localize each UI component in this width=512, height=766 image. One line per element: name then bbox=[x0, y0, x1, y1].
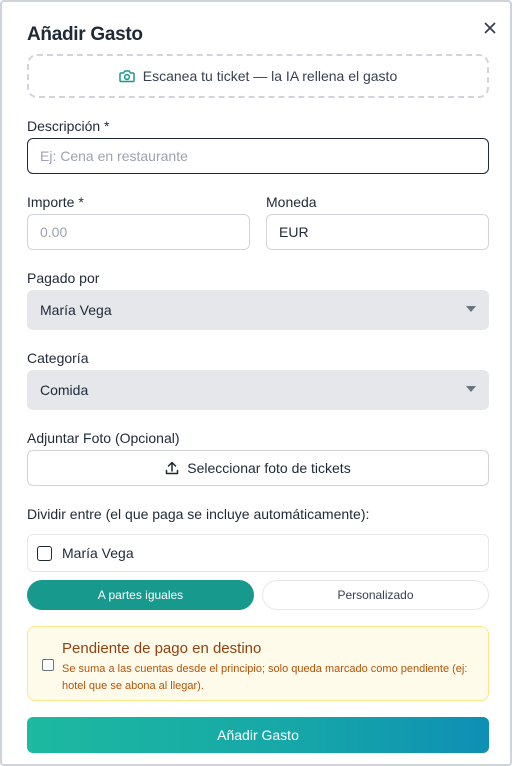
paid-by-label: Pagado por bbox=[27, 270, 100, 286]
description-label: Descripción * bbox=[27, 118, 110, 134]
split-equal-button[interactable]: A partes iguales bbox=[27, 580, 254, 610]
paid-by-value: María Vega bbox=[40, 302, 112, 318]
pending-payment-description: Se suma a las cuentas desde el principio… bbox=[62, 663, 468, 692]
category-select[interactable]: Comida bbox=[27, 370, 489, 410]
x-icon bbox=[484, 22, 496, 34]
category-value: Comida bbox=[40, 382, 89, 398]
select-photo-button[interactable]: Seleccionar foto de tickets bbox=[27, 450, 489, 486]
pending-payment-checkbox[interactable] bbox=[42, 659, 54, 671]
add-expense-modal: Añadir Gasto Escanea tu ticket — la IA r… bbox=[0, 0, 512, 766]
amount-input[interactable] bbox=[27, 214, 250, 250]
modal-title: Añadir Gasto bbox=[27, 24, 143, 45]
currency-input[interactable] bbox=[266, 214, 489, 250]
participant-checkbox[interactable] bbox=[37, 545, 52, 561]
select-photo-label: Seleccionar foto de tickets bbox=[187, 460, 351, 476]
scan-ticket-label: Escanea tu ticket — la IA rellena el gas… bbox=[142, 68, 398, 84]
participant-name: María Vega bbox=[62, 545, 134, 561]
scan-ticket-button[interactable]: Escanea tu ticket — la IA rellena el gas… bbox=[27, 54, 489, 98]
description-input[interactable] bbox=[27, 138, 489, 174]
split-custom-button[interactable]: Personalizado bbox=[262, 580, 489, 610]
category-label: Categoría bbox=[27, 350, 89, 366]
participant-item[interactable]: María Vega bbox=[27, 534, 489, 572]
split-label: Dividir entre (el que paga se incluye au… bbox=[27, 506, 370, 522]
camera-icon bbox=[119, 70, 135, 83]
add-expense-submit-button[interactable]: Añadir Gasto bbox=[27, 717, 489, 753]
pending-payment-title: Pendiente de pago en destino bbox=[62, 640, 262, 657]
upload-icon bbox=[166, 461, 179, 475]
close-button[interactable] bbox=[480, 18, 500, 38]
amount-label: Importe * bbox=[27, 194, 84, 210]
paid-by-select[interactable]: María Vega bbox=[27, 290, 489, 330]
chevron-down-icon bbox=[466, 386, 476, 392]
currency-label: Moneda bbox=[266, 194, 317, 210]
chevron-down-icon bbox=[466, 306, 476, 312]
photo-label: Adjuntar Foto (Opcional) bbox=[27, 430, 180, 446]
pending-payment-box: Pendiente de pago en destino Se suma a l… bbox=[27, 626, 489, 701]
